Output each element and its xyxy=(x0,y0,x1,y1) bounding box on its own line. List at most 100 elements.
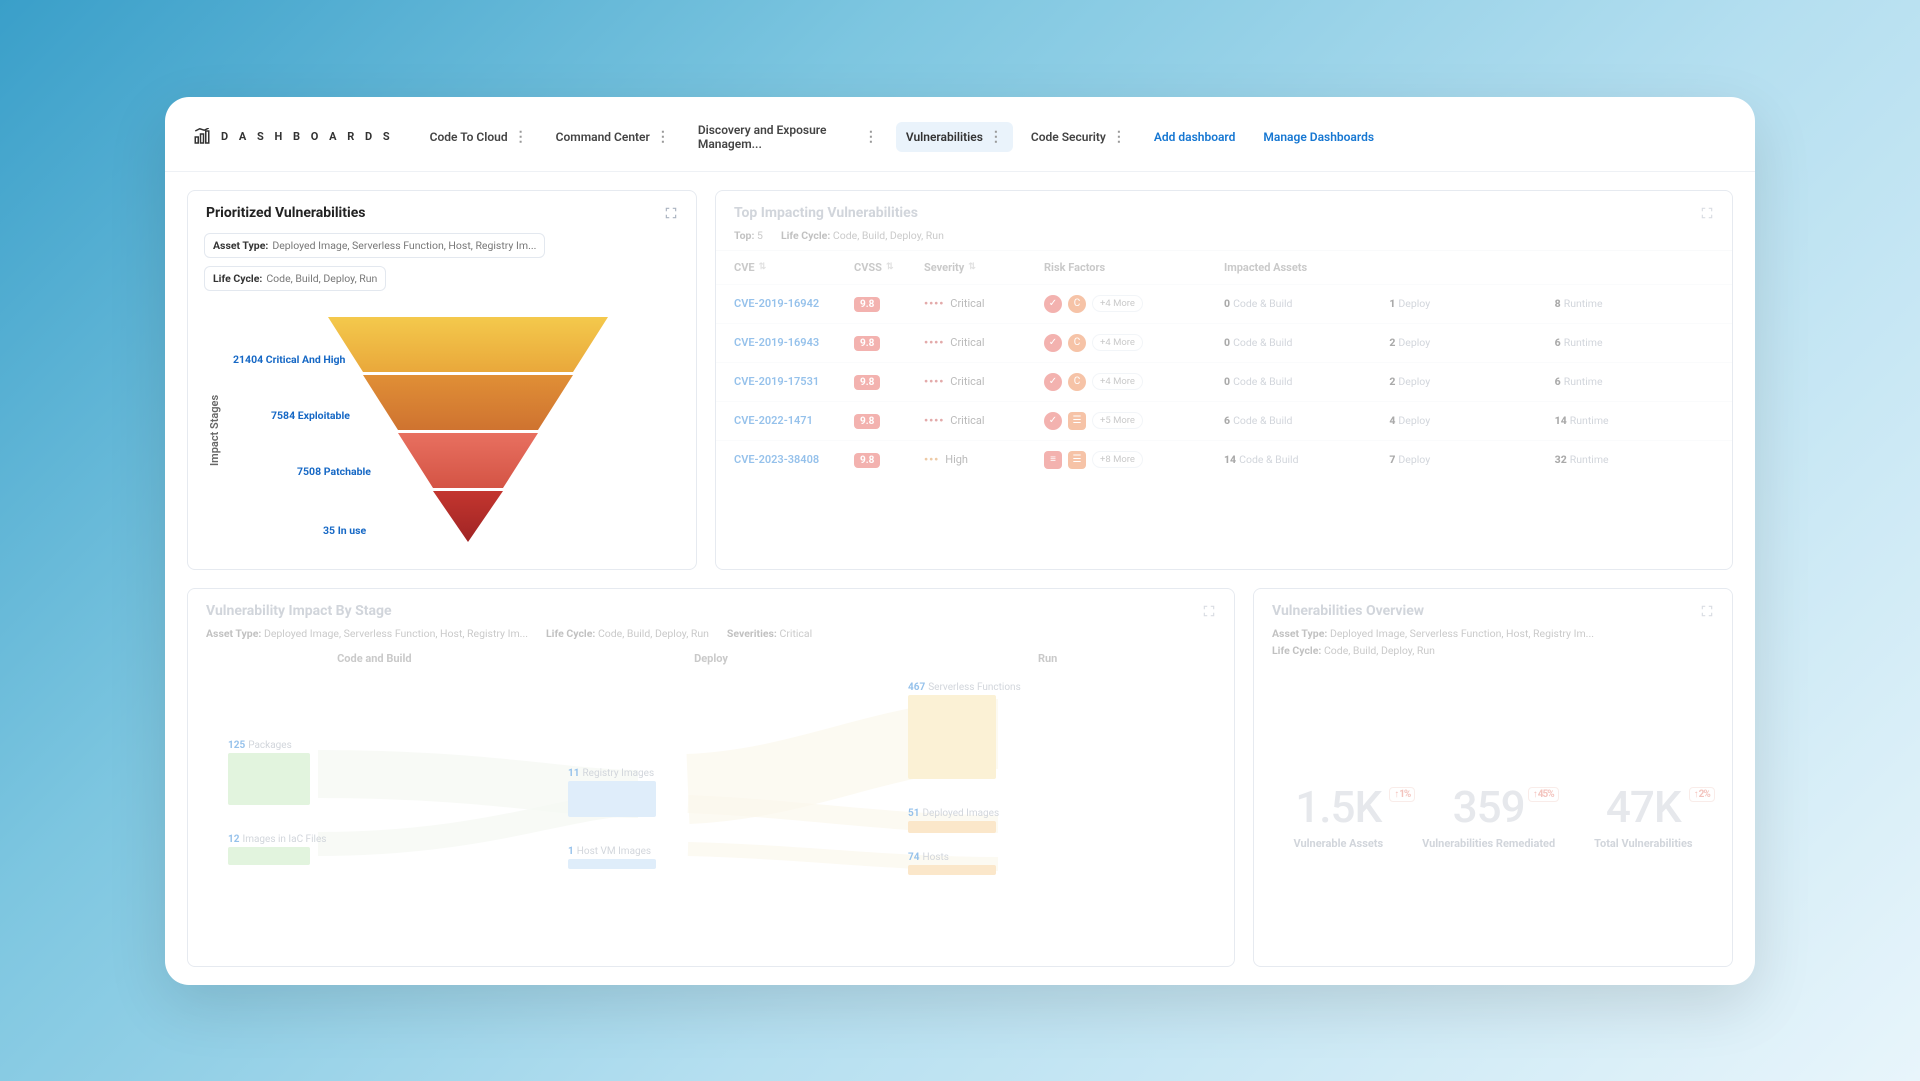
sankey-chart: Code and Build Deploy Run 125Pack xyxy=(188,648,1234,966)
dashboard-icon xyxy=(193,128,211,146)
risk-check-icon: ✓ xyxy=(1044,295,1062,313)
add-dashboard-link[interactable]: Add dashboard xyxy=(1144,122,1246,152)
risk-c-icon: C xyxy=(1068,373,1086,391)
expand-icon[interactable] xyxy=(1700,604,1714,618)
risk-check-icon: ✓ xyxy=(1044,373,1062,391)
expand-icon[interactable] xyxy=(1202,604,1216,618)
delta-badge: 45% xyxy=(1528,787,1559,802)
vuln-table: CVE⇅ CVSS⇅ Severity⇅ Risk Factors Impact… xyxy=(716,250,1732,479)
risk-cell: ✓☰+5 More xyxy=(1044,412,1224,430)
funnel-chart: Impact Stages 21404 C xyxy=(188,301,696,569)
y-axis-label: Impact Stages xyxy=(202,305,227,555)
col-risk[interactable]: Risk Factors xyxy=(1044,261,1224,274)
tab-label: Code Security xyxy=(1031,130,1106,144)
expand-icon[interactable] xyxy=(1700,206,1714,220)
impacted-cell: 0Code & Build2Deploy6Runtime xyxy=(1224,336,1714,349)
col-cve[interactable]: CVE⇅ xyxy=(734,261,854,274)
table-row[interactable]: CVE-2019-17531 9.8 •••• Critical ✓C+4 Mo… xyxy=(716,362,1732,401)
kpi-remediated[interactable]: 35945% Vulnerabilities Remediated xyxy=(1422,781,1555,850)
table-row[interactable]: CVE-2019-16942 9.8 •••• Critical ✓C+4 Mo… xyxy=(716,284,1732,323)
node-iac[interactable]: 12Images in IaC Files xyxy=(228,834,326,865)
topbar: D A S H B O A R D S Code To Cloud⋮ Comma… xyxy=(165,97,1755,172)
col-impacted[interactable]: Impacted Assets xyxy=(1224,261,1714,274)
sankey-filters: Asset Type: Deployed Image, Serverless F… xyxy=(188,625,1234,648)
card-vuln-overview: Vulnerabilities Overview Asset Type: Dep… xyxy=(1253,588,1733,967)
overview-filters: Asset Type: Deployed Image, Serverless F… xyxy=(1254,625,1732,665)
funnel-label: 7508 Patchable xyxy=(297,465,371,478)
node-serverless[interactable]: 467Serverless Functions xyxy=(908,682,1021,779)
col-severity[interactable]: Severity⇅ xyxy=(924,261,1044,274)
sort-icon: ⇅ xyxy=(759,262,767,272)
delta-badge: 2% xyxy=(1689,787,1715,802)
chip-life-cycle[interactable]: Life Cycle:Code, Build, Deploy, Run xyxy=(204,266,386,291)
dashboard-body: Prioritized Vulnerabilities Asset Type:D… xyxy=(165,172,1755,985)
cve-link[interactable]: CVE-2023-38408 xyxy=(734,453,854,466)
card-title: Prioritized Vulnerabilities xyxy=(206,205,365,221)
cve-link[interactable]: CVE-2019-17531 xyxy=(734,375,854,388)
col-cvss[interactable]: CVSS⇅ xyxy=(854,261,924,274)
card-title: Top Impacting Vulnerabilities xyxy=(734,205,918,221)
table-row[interactable]: CVE-2023-38408 9.8 ••• High ≡☰+8 More 14… xyxy=(716,440,1732,479)
bottom-row: Vulnerability Impact By Stage Asset Type… xyxy=(187,588,1733,967)
kpi-total[interactable]: 47K2% Total Vulnerabilities xyxy=(1594,781,1692,850)
risk-box-icon: ≡ xyxy=(1044,451,1062,469)
card-impact-by-stage: Vulnerability Impact By Stage Asset Type… xyxy=(187,588,1235,967)
stage-head: Run xyxy=(879,652,1216,665)
severity-cell: •••• Critical xyxy=(924,414,1044,427)
impacted-cell: 0Code & Build1Deploy8Runtime xyxy=(1224,297,1714,310)
table-row[interactable]: CVE-2019-16943 9.8 •••• Critical ✓C+4 Mo… xyxy=(716,323,1732,362)
chip-asset-type[interactable]: Asset Type:Deployed Image, Serverless Fu… xyxy=(204,233,545,258)
card-title: Vulnerability Impact By Stage xyxy=(206,603,392,619)
tab-discovery-exposure[interactable]: Discovery and Exposure Managem...⋮ xyxy=(688,115,888,159)
sort-icon: ⇅ xyxy=(968,262,976,272)
cve-link[interactable]: CVE-2019-16943 xyxy=(734,336,854,349)
card-prioritized-vulnerabilities: Prioritized Vulnerabilities Asset Type:D… xyxy=(187,190,697,570)
table-filters: Top: 5 Life Cycle: Code, Build, Deploy, … xyxy=(716,227,1732,250)
table-header: CVE⇅ CVSS⇅ Severity⇅ Risk Factors Impact… xyxy=(716,250,1732,284)
risk-check-icon: ✓ xyxy=(1044,334,1062,352)
severity-cell: ••• High xyxy=(924,453,1044,466)
sort-icon: ⇅ xyxy=(886,262,894,272)
tab-vulnerabilities[interactable]: Vulnerabilities⋮ xyxy=(896,122,1013,152)
app-frame: D A S H B O A R D S Code To Cloud⋮ Comma… xyxy=(165,97,1755,985)
table-row[interactable]: CVE-2022-1471 9.8 •••• Critical ✓☰+5 Mor… xyxy=(716,401,1732,440)
sankey-flows xyxy=(188,674,1234,966)
more-pill[interactable]: +4 More xyxy=(1092,373,1143,390)
node-registry[interactable]: 11Registry Images xyxy=(568,768,656,817)
risk-check-icon: ✓ xyxy=(1044,412,1062,430)
cvss-badge: 9.8 xyxy=(854,414,880,429)
funnel-label: 35 In use xyxy=(323,524,366,537)
tab-label: Vulnerabilities xyxy=(906,130,983,144)
card-top-impacting: Top Impacting Vulnerabilities Top: 5 Lif… xyxy=(715,190,1733,570)
severity-cell: •••• Critical xyxy=(924,336,1044,349)
node-hosts[interactable]: 74Hosts xyxy=(908,852,996,875)
impacted-cell: 6Code & Build4Deploy14Runtime xyxy=(1224,414,1714,427)
cvss-badge: 9.8 xyxy=(854,297,880,312)
cve-link[interactable]: CVE-2019-16942 xyxy=(734,297,854,310)
delta-badge: 1% xyxy=(1389,787,1415,802)
stage-head: Code and Build xyxy=(206,652,543,665)
risk-cell: ✓ C +4 More xyxy=(1044,334,1224,352)
more-pill[interactable]: +8 More xyxy=(1092,451,1143,468)
funnel-label: 7584 Exploitable xyxy=(271,409,350,422)
risk-cell: ≡☰+8 More xyxy=(1044,451,1224,469)
node-hostvm[interactable]: 1Host VM Images xyxy=(568,846,656,869)
tab-code-security[interactable]: Code Security⋮ xyxy=(1021,122,1136,152)
brand: D A S H B O A R D S xyxy=(193,128,394,146)
tab-code-to-cloud[interactable]: Code To Cloud⋮ xyxy=(420,122,538,152)
expand-icon[interactable] xyxy=(664,206,678,220)
more-pill[interactable]: +4 More xyxy=(1092,334,1143,351)
tab-command-center[interactable]: Command Center⋮ xyxy=(546,122,680,152)
manage-dashboards-link[interactable]: Manage Dashboards xyxy=(1253,122,1384,152)
severity-cell: •••• Critical xyxy=(924,297,1044,310)
node-packages[interactable]: 125Packages xyxy=(228,740,310,805)
cve-link[interactable]: CVE-2022-1471 xyxy=(734,414,854,427)
kpi-vulnerable-assets[interactable]: 1.5K1% Vulnerable Assets xyxy=(1293,781,1383,850)
funnel-svg xyxy=(318,317,618,547)
more-pill[interactable]: +4 More xyxy=(1092,295,1143,312)
risk-c-icon: C xyxy=(1068,334,1086,352)
node-deployed[interactable]: 51Deployed Images xyxy=(908,808,999,833)
more-pill[interactable]: +5 More xyxy=(1092,412,1143,429)
severity-cell: •••• Critical xyxy=(924,375,1044,388)
risk-cell: ✓ C +4 More xyxy=(1044,373,1224,391)
